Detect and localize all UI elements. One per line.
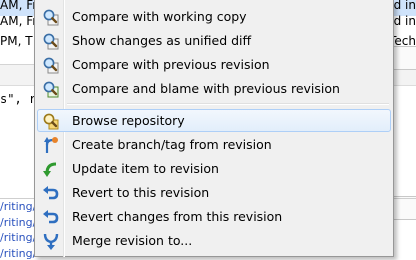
menu-item-label: Compare and blame with previous revision: [72, 81, 340, 96]
menu-item-label: Compare with previous revision: [72, 57, 270, 72]
branch-tag-icon: [44, 137, 58, 153]
log-row-date: PM, T: [0, 34, 33, 48]
menu-item-create-branch-tag[interactable]: Create branch/tag from revision: [37, 133, 391, 156]
update-icon: [43, 162, 57, 177]
menu-item-label: Compare with working copy: [72, 9, 247, 24]
menu-item-compare-previous[interactable]: Compare with previous revision: [37, 53, 391, 76]
menu-item-merge-revision[interactable]: Merge revision to...: [37, 229, 391, 252]
revert-changes-icon: [43, 210, 59, 224]
magnifier-diff-icon: [43, 9, 59, 26]
log-message-text: s", r: [0, 92, 37, 106]
menu-item-label: Revert to this revision: [72, 185, 210, 200]
menu-item-compare-blame-previous[interactable]: Compare and blame with previous revision: [37, 77, 391, 100]
repo-browser-icon: [43, 113, 59, 130]
menu-item-label: Show changes as unified diff: [72, 33, 252, 48]
menu-item-compare-working-copy[interactable]: Compare with working copy: [37, 5, 391, 28]
menu-item-update-to-revision[interactable]: Update item to revision: [37, 157, 391, 180]
merge-icon: [43, 233, 59, 250]
magnifier-diff-icon: [43, 33, 59, 50]
menu-separator: [67, 103, 389, 105]
menu-item-label: Create branch/tag from revision: [72, 137, 272, 152]
menu-item-label: Merge revision to...: [72, 233, 193, 248]
magnifier-blame-icon: [43, 81, 59, 98]
menu-item-unified-diff[interactable]: Show changes as unified diff: [37, 29, 391, 52]
revert-icon: [43, 186, 59, 200]
menu-item-label: Browse repository: [72, 113, 185, 128]
menu-item-label: Update item to revision: [72, 161, 219, 176]
menu-item-revert-changes[interactable]: Revert changes from this revision: [37, 205, 391, 228]
context-menu: Compare with working copy Show changes a…: [34, 0, 394, 257]
menu-item-browse-repository[interactable]: Browse repository: [37, 109, 391, 132]
menu-item-revert-to-revision[interactable]: Revert to this revision: [37, 181, 391, 204]
menu-item-label: Revert changes from this revision: [72, 209, 283, 224]
magnifier-diff-icon: [43, 57, 59, 74]
